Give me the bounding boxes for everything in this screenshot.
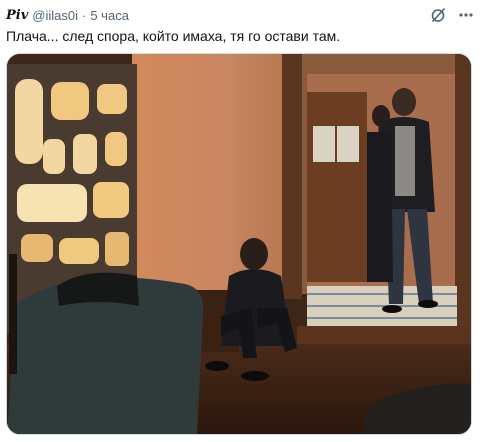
- author-display-name[interactable]: Piv: [6, 8, 28, 23]
- post-timestamp[interactable]: 5 часа: [90, 8, 129, 23]
- author-handle[interactable]: @iilas0i: [32, 8, 78, 23]
- tweet-actions: [428, 6, 476, 24]
- tweet-text: Плача... след спора, който имаха, тя го …: [6, 28, 341, 44]
- separator-dot: ·: [82, 7, 87, 23]
- grok-icon[interactable]: [428, 6, 448, 24]
- tweet: Piv @iilas0i · 5 часа Плача... след спор…: [0, 0, 484, 442]
- more-icon[interactable]: [456, 6, 476, 24]
- photo-scene: [7, 54, 471, 434]
- tweet-photo[interactable]: [6, 53, 472, 435]
- tweet-header: Piv @iilas0i · 5 часа: [6, 6, 129, 24]
